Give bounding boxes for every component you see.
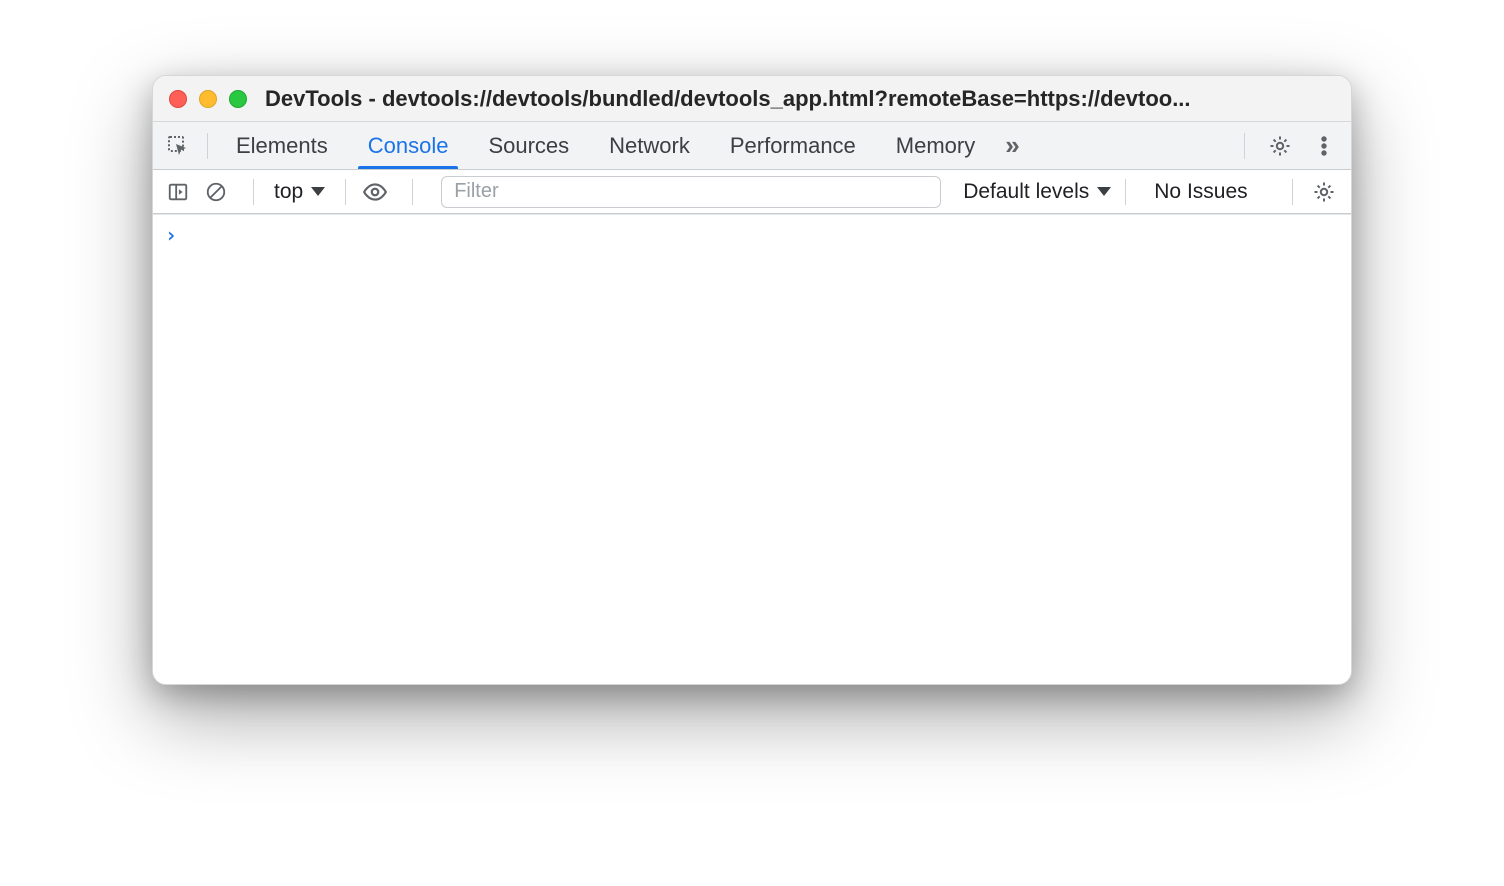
settings-button[interactable] — [1263, 129, 1297, 163]
issues-label: No Issues — [1154, 180, 1247, 204]
chevron-down-icon — [1097, 187, 1111, 196]
tab-performance[interactable]: Performance — [710, 122, 876, 169]
chevron-down-icon — [311, 187, 325, 196]
tab-label: Elements — [236, 133, 328, 159]
toggle-console-sidebar-button[interactable] — [163, 177, 193, 207]
inspect-element-icon[interactable] — [163, 131, 193, 161]
more-tabs-button[interactable]: » — [995, 130, 1029, 161]
context-label: top — [274, 180, 303, 204]
chevron-double-right-icon: » — [1005, 130, 1019, 161]
tab-memory[interactable]: Memory — [876, 122, 995, 169]
window-title: DevTools - devtools://devtools/bundled/d… — [265, 86, 1335, 112]
console-toolbar: top Default levels No Issues — [153, 170, 1351, 214]
tab-console[interactable]: Console — [348, 122, 469, 169]
tab-label: Network — [609, 133, 690, 159]
clear-icon — [205, 181, 227, 203]
eye-icon — [362, 179, 388, 205]
tab-network[interactable]: Network — [589, 122, 710, 169]
more-options-button[interactable] — [1307, 129, 1341, 163]
tab-label: Performance — [730, 133, 856, 159]
minimize-window-button[interactable] — [199, 90, 217, 108]
divider — [253, 179, 254, 205]
gear-icon — [1312, 180, 1336, 204]
sidebar-icon — [167, 181, 189, 203]
divider — [1292, 179, 1293, 205]
console-output[interactable]: › — [153, 214, 1351, 684]
console-settings-button[interactable] — [1307, 175, 1341, 209]
maximize-window-button[interactable] — [229, 90, 247, 108]
titlebar: DevTools - devtools://devtools/bundled/d… — [153, 76, 1351, 122]
filter-input[interactable] — [441, 176, 941, 208]
live-expression-button[interactable] — [360, 177, 390, 207]
console-prompt-icon: › — [165, 223, 177, 247]
main-tabstrip: Elements Console Sources Network Perform… — [153, 122, 1351, 170]
tab-label: Console — [368, 133, 449, 159]
clear-console-button[interactable] — [201, 177, 231, 207]
log-levels-selector[interactable]: Default levels — [963, 180, 1111, 204]
kebab-icon — [1312, 134, 1336, 158]
gear-icon — [1268, 134, 1292, 158]
tab-sources[interactable]: Sources — [468, 122, 589, 169]
tabs: Elements Console Sources Network Perform… — [216, 122, 995, 169]
levels-label: Default levels — [963, 180, 1089, 204]
close-window-button[interactable] — [169, 90, 187, 108]
tab-label: Memory — [896, 133, 975, 159]
devtools-window: DevTools - devtools://devtools/bundled/d… — [152, 75, 1352, 685]
tab-elements[interactable]: Elements — [216, 122, 348, 169]
window-controls — [169, 90, 247, 108]
execution-context-selector[interactable]: top — [268, 180, 331, 204]
divider — [207, 133, 208, 159]
divider — [345, 179, 346, 205]
tab-label: Sources — [488, 133, 569, 159]
tabstrip-right — [1236, 129, 1341, 163]
divider — [1244, 133, 1245, 159]
divider — [412, 179, 413, 205]
divider — [1125, 179, 1126, 205]
